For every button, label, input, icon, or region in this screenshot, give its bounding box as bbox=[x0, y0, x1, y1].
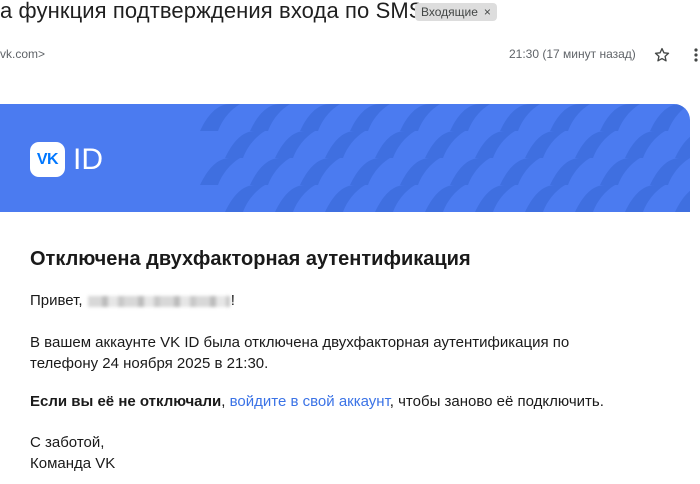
warning-paragraph: Если вы её не отключали, войдите в свой … bbox=[30, 393, 604, 410]
banner-pattern-shape bbox=[425, 185, 465, 212]
email-subject: а функция подтверждения входа по SMS bbox=[0, 0, 424, 23]
banner-pattern-shape bbox=[650, 104, 690, 131]
star-icon[interactable] bbox=[653, 46, 671, 64]
banner-pattern-shape bbox=[625, 131, 665, 158]
warning-bold: Если вы её не отключали bbox=[30, 393, 222, 410]
banner-pattern-shape bbox=[350, 104, 390, 131]
banner-pattern-shape bbox=[250, 104, 290, 131]
banner-pattern-shape bbox=[450, 158, 490, 185]
message-body: В вашем аккаунте VK ID была отключена дв… bbox=[30, 334, 570, 372]
banner-pattern-shape bbox=[225, 185, 265, 212]
vk-id-text: ID bbox=[73, 143, 103, 176]
vk-logo: VK bbox=[30, 142, 65, 177]
banner-pattern-shape bbox=[575, 131, 615, 158]
banner-pattern-shape bbox=[250, 158, 290, 185]
banner-pattern-shape bbox=[225, 131, 265, 158]
banner-pattern-shape bbox=[325, 131, 365, 158]
banner-pattern-shape bbox=[600, 158, 640, 185]
sender-address: vk.com> bbox=[0, 47, 46, 61]
banner-pattern-shape bbox=[600, 104, 640, 131]
banner-pattern-shape bbox=[350, 158, 390, 185]
banner-pattern-shape bbox=[450, 104, 490, 131]
vk-id-banner: VK ID bbox=[0, 104, 690, 212]
banner-pattern-shape bbox=[325, 185, 365, 212]
redacted-username bbox=[87, 295, 230, 307]
banner-pattern-shape bbox=[550, 104, 590, 131]
banner-pattern-shape bbox=[275, 185, 315, 212]
more-vert-icon[interactable] bbox=[687, 46, 700, 64]
banner-pattern-shape bbox=[400, 158, 440, 185]
banner-pattern-shape bbox=[400, 104, 440, 131]
inbox-label-badge[interactable]: Входящие × bbox=[415, 3, 497, 21]
banner-pattern-shape bbox=[575, 185, 615, 212]
banner-pattern-shape bbox=[550, 158, 590, 185]
banner-pattern-shape bbox=[475, 131, 515, 158]
banner-pattern-shape bbox=[275, 131, 315, 158]
banner-pattern-shape bbox=[675, 190, 690, 212]
banner-pattern-shape bbox=[425, 131, 465, 158]
email-timestamp: 21:30 (17 минут назад) bbox=[509, 47, 636, 61]
banner-pattern-shape bbox=[200, 158, 240, 185]
greeting: Привет, ! bbox=[30, 292, 235, 309]
remove-label-icon[interactable]: × bbox=[484, 3, 491, 21]
banner-pattern-shape bbox=[500, 104, 540, 131]
banner-pattern-shape bbox=[525, 131, 565, 158]
message-heading: Отключена двухфакторная аутентификация bbox=[30, 248, 471, 270]
banner-pattern-shape bbox=[650, 158, 690, 185]
inbox-label-text: Входящие bbox=[421, 5, 478, 19]
banner-pattern bbox=[200, 104, 690, 212]
banner-pattern-shape bbox=[475, 185, 515, 212]
banner-pattern-shape bbox=[300, 158, 340, 185]
login-link[interactable]: войдите в свой аккаунт bbox=[230, 393, 390, 410]
banner-pattern-shape bbox=[625, 185, 665, 212]
banner-pattern-shape bbox=[375, 131, 415, 158]
banner-pattern-shape bbox=[375, 185, 415, 212]
banner-pattern-shape bbox=[675, 136, 690, 158]
banner-pattern-shape bbox=[500, 158, 540, 185]
banner-pattern-shape bbox=[200, 104, 240, 131]
banner-pattern-shape bbox=[525, 185, 565, 212]
signature: С заботой, Команда VK bbox=[30, 434, 116, 472]
banner-pattern-shape bbox=[300, 104, 340, 131]
